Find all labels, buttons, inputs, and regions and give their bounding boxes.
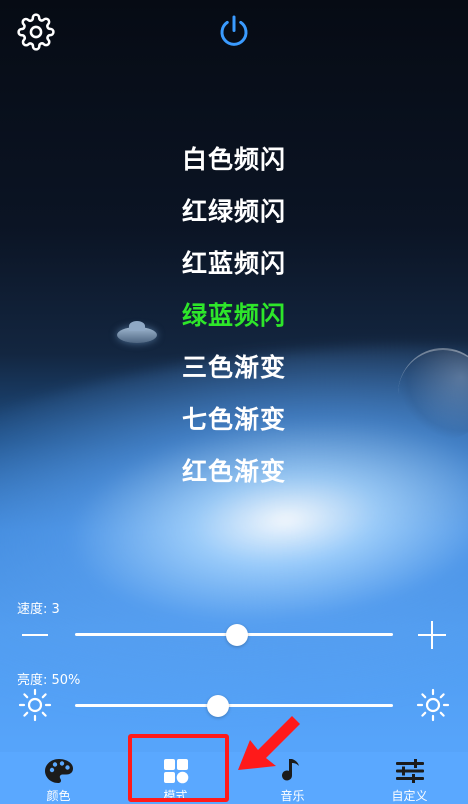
power-button[interactable] bbox=[212, 10, 256, 54]
mode-item[interactable]: 红蓝频闪 bbox=[0, 238, 468, 290]
mode-item[interactable]: 三色渐变 bbox=[0, 342, 468, 394]
brightness-increase-button[interactable] bbox=[414, 687, 452, 723]
app-screen: 白色频闪 红绿频闪 红蓝频闪 绿蓝频闪 三色渐变 七色渐变 红色渐变 速度: 3… bbox=[0, 0, 468, 804]
bottom-navigation: 颜色 模式 音乐 自定义 bbox=[0, 752, 468, 804]
tab-custom[interactable]: 自定义 bbox=[351, 752, 468, 804]
brightness-slider-thumb[interactable] bbox=[207, 695, 230, 717]
tab-label: 音乐 bbox=[280, 789, 305, 803]
power-icon bbox=[220, 15, 248, 46]
mode-item[interactable]: 白色频闪 bbox=[0, 134, 468, 186]
annotation-highlight-box bbox=[128, 734, 229, 802]
speed-decrease-button[interactable] bbox=[20, 624, 50, 646]
sliders-icon bbox=[395, 759, 424, 783]
minus-icon bbox=[22, 634, 48, 636]
tab-label: 自定义 bbox=[391, 789, 428, 803]
speed-label: 速度: 3 bbox=[17, 602, 60, 617]
sun-icon bbox=[18, 688, 52, 722]
brightness-slider-track[interactable] bbox=[75, 704, 393, 707]
mode-item[interactable]: 红绿频闪 bbox=[0, 186, 468, 238]
mode-list: 白色频闪 红绿频闪 红蓝频闪 绿蓝频闪 三色渐变 七色渐变 红色渐变 bbox=[0, 134, 468, 498]
settings-button[interactable] bbox=[14, 10, 58, 54]
mode-item[interactable]: 红色渐变 bbox=[0, 446, 468, 498]
palette-icon bbox=[44, 759, 73, 783]
plus-icon bbox=[418, 621, 446, 649]
mode-item[interactable]: 七色渐变 bbox=[0, 394, 468, 446]
speed-slider-thumb[interactable] bbox=[226, 624, 249, 646]
gear-icon bbox=[17, 13, 55, 51]
speed-increase-button[interactable] bbox=[416, 620, 448, 650]
annotation-arrow-icon bbox=[238, 716, 300, 770]
sun-icon bbox=[416, 688, 450, 722]
brightness-decrease-button[interactable] bbox=[16, 687, 54, 723]
mode-item[interactable]: 绿蓝频闪 bbox=[0, 290, 468, 342]
tab-color[interactable]: 颜色 bbox=[0, 752, 117, 804]
brightness-label: 亮度: 50% bbox=[17, 673, 81, 688]
tab-label: 颜色 bbox=[46, 789, 71, 803]
